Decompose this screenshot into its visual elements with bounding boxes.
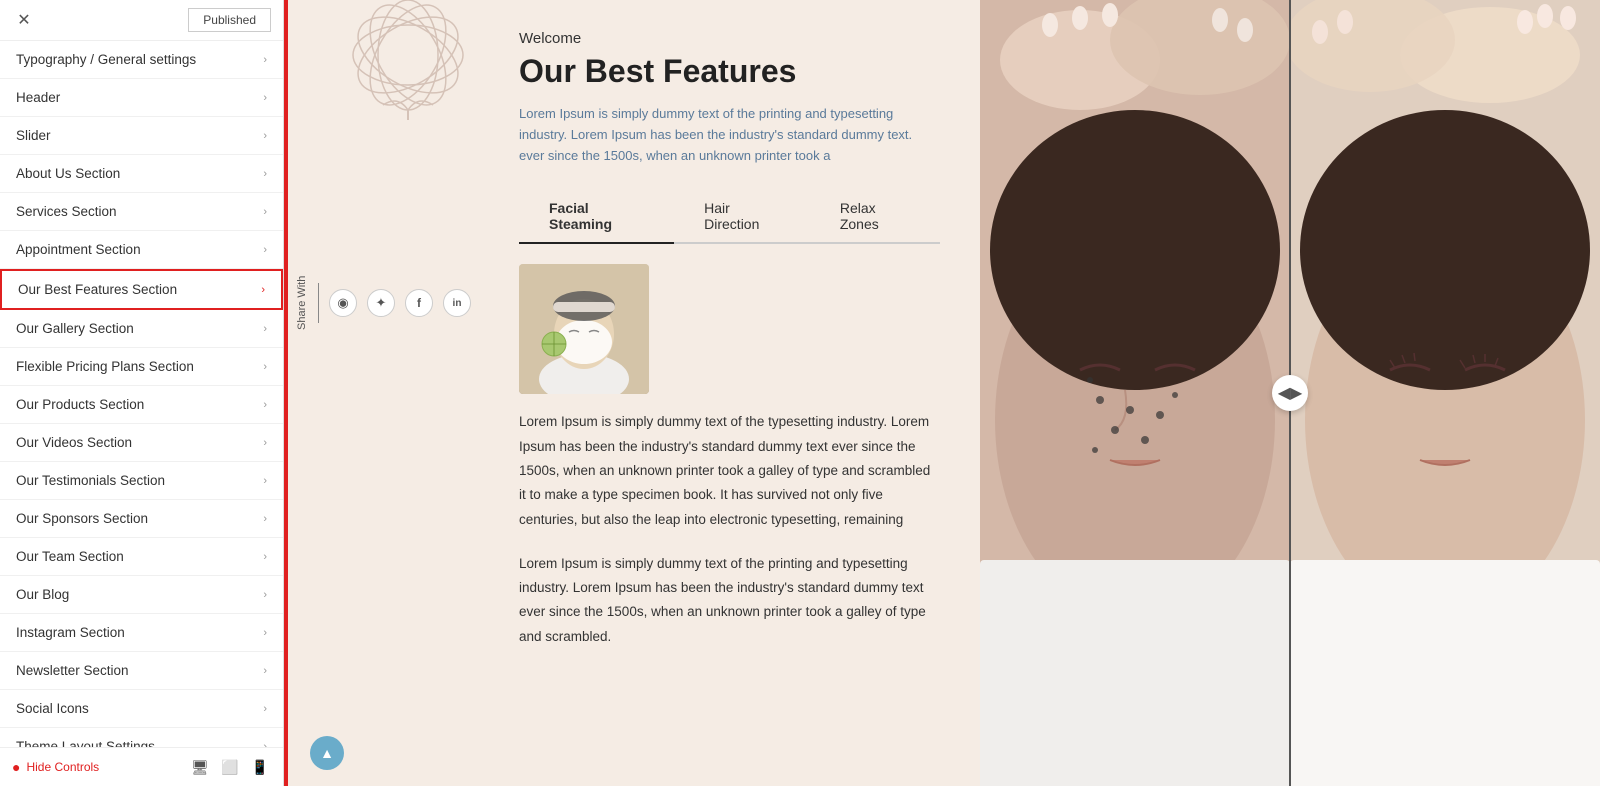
intro-text: Lorem Ipsum is simply dummy text of the …: [519, 104, 940, 166]
sidebar-chevron-icon: ›: [263, 665, 267, 677]
hide-controls-label: Hide Controls: [26, 760, 99, 774]
main-title: Our Best Features: [519, 53, 940, 90]
sidebar-item-label: Typography / General settings: [16, 52, 196, 67]
sidebar-item-label: Our Team Section: [16, 549, 124, 564]
mobile-icon[interactable]: 📱: [249, 756, 271, 778]
tab-facial-steaming[interactable]: Facial Steaming: [519, 190, 674, 244]
share-with-label: Share With: [296, 276, 308, 330]
face-mask-figure: [519, 264, 649, 394]
sidebar-item-label: Our Blog: [16, 587, 69, 602]
sidebar-chevron-icon: ›: [263, 92, 267, 104]
sidebar-chevron-icon: ›: [263, 589, 267, 601]
sidebar-item-label: Appointment Section: [16, 242, 141, 257]
sidebar-item-0[interactable]: Typography / General settings ›: [0, 41, 283, 79]
flower-decoration: [328, 0, 488, 125]
sidebar-item-17[interactable]: Social Icons ›: [0, 690, 283, 728]
instagram-share-icon[interactable]: ◉: [329, 289, 357, 317]
sidebar-header: ✕ Published: [0, 0, 283, 41]
main-content: Share With ◉ ✦ f in: [288, 0, 1600, 786]
hide-icon: ●: [12, 759, 20, 775]
body-text-2: Lorem Ipsum is simply dummy text of the …: [519, 552, 940, 649]
social-divider-line: [318, 283, 319, 323]
tablet-icon[interactable]: ⬜: [219, 756, 241, 778]
linkedin-share-icon[interactable]: in: [443, 289, 471, 317]
sidebar-item-label: Our Gallery Section: [16, 321, 134, 336]
facebook-share-icon[interactable]: f: [405, 289, 433, 317]
sidebar-item-label: Our Sponsors Section: [16, 511, 148, 526]
before-after-slider[interactable]: ◀▶: [980, 0, 1600, 786]
right-image-area: ◀▶: [980, 0, 1600, 786]
after-image: [1290, 0, 1600, 786]
sidebar-footer: ● Hide Controls 🖥 ⬜ 📱: [0, 747, 283, 786]
footer-icons: 🖥 ⬜ 📱: [189, 756, 271, 778]
scroll-top-button[interactable]: ▲: [310, 736, 344, 770]
sidebar-chevron-icon: ›: [263, 437, 267, 449]
sidebar-item-16[interactable]: Newsletter Section ›: [0, 652, 283, 690]
sidebar-item-9[interactable]: Our Products Section ›: [0, 386, 283, 424]
tab-hair-direction[interactable]: Hair Direction: [674, 190, 810, 244]
sidebar-chevron-icon: ›: [263, 323, 267, 335]
sidebar-item-15[interactable]: Instagram Section ›: [0, 614, 283, 652]
sidebar-chevron-icon: ›: [263, 130, 267, 142]
sidebar-item-label: Our Best Features Section: [18, 282, 177, 297]
sidebar-item-label: Our Testimonials Section: [16, 473, 165, 488]
sidebar-item-label: Slider: [16, 128, 51, 143]
sidebar-chevron-icon: ›: [263, 244, 267, 256]
feature-tabs: Facial Steaming Hair Direction Relax Zon…: [519, 190, 940, 244]
sidebar-item-10[interactable]: Our Videos Section ›: [0, 424, 283, 462]
sidebar-item-4[interactable]: Services Section ›: [0, 193, 283, 231]
sidebar-item-label: Newsletter Section: [16, 663, 129, 678]
sidebar-item-label: Instagram Section: [16, 625, 125, 640]
sidebar-chevron-icon: ›: [263, 361, 267, 373]
tab-relax-zones[interactable]: Relax Zones: [810, 190, 940, 244]
twitter-share-icon[interactable]: ✦: [367, 289, 395, 317]
sidebar-item-label: Header: [16, 90, 60, 105]
sidebar-nav: Typography / General settings›Header›Sli…: [0, 41, 283, 747]
sidebar-chevron-icon: ›: [261, 284, 265, 296]
sidebar-item-11[interactable]: Our Testimonials Section ›: [0, 462, 283, 500]
sidebar-chevron-icon: ›: [263, 703, 267, 715]
body-text-1: Lorem Ipsum is simply dummy text of the …: [519, 410, 940, 531]
sidebar-chevron-icon: ›: [263, 551, 267, 563]
sidebar-chevron-icon: ›: [263, 475, 267, 487]
sidebar-item-3[interactable]: About Us Section ›: [0, 155, 283, 193]
sidebar-item-18[interactable]: Theme Layout Settings›: [0, 728, 283, 747]
sidebar-chevron-icon: ›: [263, 206, 267, 218]
welcome-label: Welcome: [519, 30, 940, 47]
sidebar-item-12[interactable]: Our Sponsors Section ›: [0, 500, 283, 538]
sidebar-item-14[interactable]: Our Blog ›: [0, 576, 283, 614]
published-button[interactable]: Published: [188, 8, 271, 32]
sidebar-item-1[interactable]: Header ›: [0, 79, 283, 117]
close-button[interactable]: ✕: [12, 8, 36, 32]
hide-controls-button[interactable]: ● Hide Controls: [12, 759, 99, 775]
sidebar-item-label: Our Videos Section: [16, 435, 132, 450]
sidebar-item-2[interactable]: Slider ›: [0, 117, 283, 155]
sidebar-chevron-icon: ›: [263, 54, 267, 66]
sidebar-chevron-icon: ›: [263, 627, 267, 639]
sidebar: ✕ Published Typography / General setting…: [0, 0, 284, 786]
sidebar-item-5[interactable]: Appointment Section ›: [0, 231, 283, 269]
sidebar-chevron-icon: ›: [263, 513, 267, 525]
before-after-handle[interactable]: ◀▶: [1272, 375, 1308, 411]
content-area: Welcome Our Best Features Lorem Ipsum is…: [479, 0, 980, 786]
sidebar-item-label: About Us Section: [16, 166, 120, 181]
sidebar-item-label: Our Products Section: [16, 397, 144, 412]
sidebar-item-13[interactable]: Our Team Section ›: [0, 538, 283, 576]
sidebar-item-label: Theme Layout Settings: [16, 739, 155, 747]
before-image: [980, 0, 1290, 786]
handle-arrows-icon: ◀▶: [1278, 383, 1303, 403]
feature-image: [519, 264, 649, 394]
desktop-icon[interactable]: 🖥: [189, 756, 211, 778]
sidebar-chevron-icon: ›: [263, 168, 267, 180]
sidebar-item-8[interactable]: Flexible Pricing Plans Section ›: [0, 348, 283, 386]
sidebar-item-6[interactable]: Our Best Features Section ›: [0, 269, 283, 310]
sidebar-item-label: Flexible Pricing Plans Section: [16, 359, 194, 374]
sidebar-item-7[interactable]: Our Gallery Section ›: [0, 310, 283, 348]
scroll-top-icon: ▲: [320, 745, 334, 761]
sidebar-item-label: Social Icons: [16, 701, 89, 716]
sidebar-chevron-icon: ›: [263, 399, 267, 411]
sidebar-item-label: Services Section: [16, 204, 117, 219]
